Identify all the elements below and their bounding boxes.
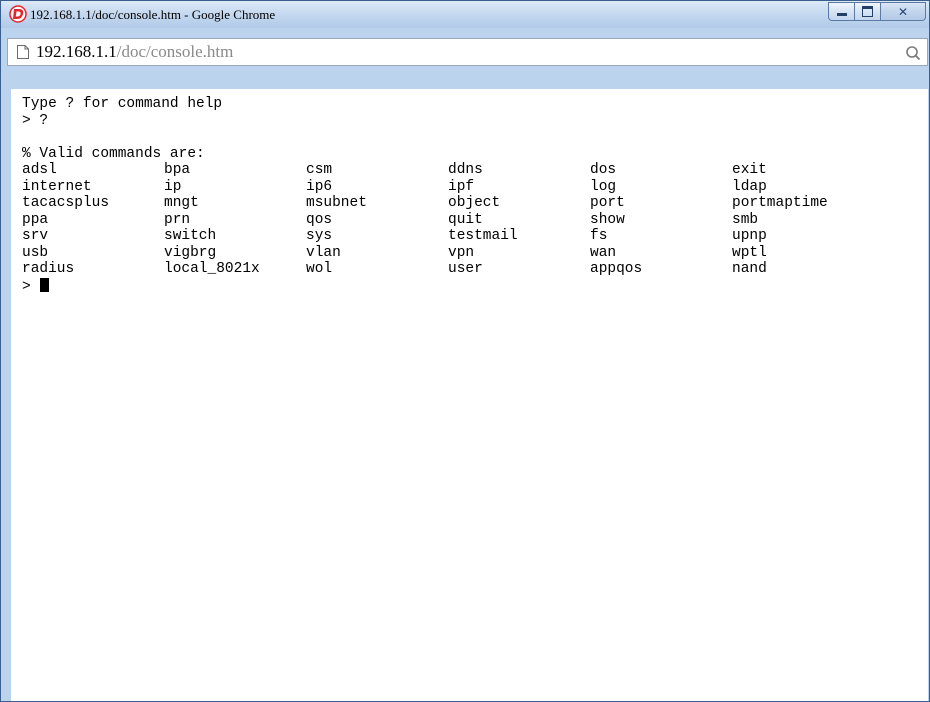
command-item: log <box>590 178 617 195</box>
command-input-line[interactable]: > <box>22 277 874 295</box>
draytek-app-icon <box>9 5 27 23</box>
command-item: qos <box>306 211 333 228</box>
prompt-echo-line: > ? <box>22 112 49 129</box>
url-path: /doc/console.htm <box>116 42 234 61</box>
command-item: usb <box>22 244 49 261</box>
command-item: wptl <box>732 244 767 261</box>
command-item: wol <box>306 261 333 277</box>
command-item: vigbrg <box>164 244 217 261</box>
command-item: wan <box>590 244 617 261</box>
page-icon <box>17 45 29 59</box>
maximize-button[interactable] <box>855 2 881 21</box>
command-row: usb vigbrg vlan vpn wan wptl <box>22 245 874 262</box>
command-item: object <box>448 195 501 211</box>
help-hint-line: Type ? for command help <box>22 96 223 112</box>
command-item: srv <box>22 228 49 244</box>
command-row: tacacsplus mngt msubnet object port port… <box>22 195 874 212</box>
window-controls: ✕ <box>828 2 926 21</box>
command-item: ldap <box>732 178 767 195</box>
command-item: radius <box>22 261 75 277</box>
command-item: tacacsplus <box>22 195 110 211</box>
browser-window: 192.168.1.1/doc/console.htm - Google Chr… <box>0 0 930 702</box>
command-item: ip6 <box>306 178 333 195</box>
minimize-icon <box>836 13 847 16</box>
command-item: internet <box>22 178 92 195</box>
command-item: csm <box>306 162 333 178</box>
command-item: nand <box>732 261 767 277</box>
command-item: quit <box>448 211 483 228</box>
command-item: vpn <box>448 244 475 261</box>
address-bar[interactable]: 192.168.1.1/doc/console.htm <box>7 38 928 66</box>
minimize-button[interactable] <box>828 2 855 21</box>
command-item: portmaptime <box>732 195 828 211</box>
command-row: radius local_8021x wol user appqos nand <box>22 261 874 278</box>
command-item: prn <box>164 211 191 228</box>
maximize-icon <box>862 6 873 17</box>
command-item: switch <box>164 228 217 244</box>
command-item: bpa <box>164 162 191 178</box>
url-text[interactable]: 192.168.1.1/doc/console.htm <box>36 42 233 62</box>
command-item: ipf <box>448 178 475 195</box>
command-item: ddns <box>448 162 483 178</box>
command-item: upnp <box>732 228 767 244</box>
command-item: msubnet <box>306 195 367 211</box>
command-item: show <box>590 211 625 228</box>
command-item: port <box>590 195 625 211</box>
search-icon[interactable] <box>905 45 921 61</box>
command-item: sys <box>306 228 333 244</box>
command-row: internet ip ip6 ipf log ldap <box>22 179 874 196</box>
command-item: dos <box>590 162 617 178</box>
command-row: adsl bpa csm ddns dos exit <box>22 162 874 179</box>
command-item: fs <box>590 228 608 244</box>
text-cursor <box>39 277 49 292</box>
title-bar[interactable]: 192.168.1.1/doc/console.htm - Google Chr… <box>1 1 929 28</box>
command-row: srv switch sys testmail fs upnp <box>22 228 874 245</box>
current-prompt: > <box>22 278 31 295</box>
page-content: Type ? for command help > ? % Valid comm… <box>11 89 928 701</box>
command-item: adsl <box>22 162 57 178</box>
commands-header: % Valid commands are: <box>22 145 205 162</box>
command-item: ip <box>164 178 182 195</box>
command-item: smb <box>732 211 759 228</box>
command-item: vlan <box>306 244 341 261</box>
window-title: 192.168.1.1/doc/console.htm - Google Chr… <box>30 7 276 22</box>
command-item: exit <box>732 162 767 178</box>
command-item: appqos <box>590 261 643 277</box>
console-output[interactable]: Type ? for command help > ? % Valid comm… <box>22 96 874 295</box>
command-item: ppa <box>22 211 49 228</box>
command-item: mngt <box>164 195 199 211</box>
url-host: 192.168.1.1 <box>36 42 117 61</box>
close-icon: ✕ <box>897 4 909 19</box>
command-item: user <box>448 261 483 277</box>
close-button[interactable]: ✕ <box>881 2 926 21</box>
command-row: ppa prn qos quit show smb <box>22 212 874 229</box>
command-item: local_8021x <box>164 261 260 277</box>
command-item: testmail <box>448 228 518 244</box>
